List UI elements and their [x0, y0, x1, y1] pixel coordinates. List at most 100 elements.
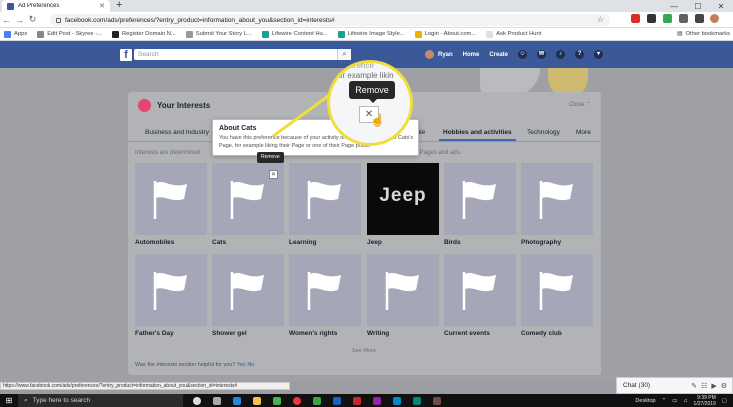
app-icon[interactable] [373, 396, 381, 405]
nav-create[interactable]: Create [489, 52, 508, 58]
account-menu-icon[interactable]: ▾ [594, 50, 604, 59]
close-tab-icon[interactable]: ✕ [99, 2, 105, 10]
interest-card-jeep[interactable]: Jeep Jeep [367, 163, 439, 246]
extension-icon[interactable] [679, 14, 688, 23]
interest-card-automobiles[interactable]: Automobiles [135, 163, 207, 246]
friend-requests-icon[interactable]: ☺ [518, 50, 528, 59]
profile-avatar[interactable] [710, 14, 719, 23]
interest-card-photography[interactable]: Photography [521, 163, 593, 246]
app-icon[interactable] [393, 396, 401, 405]
edge-icon[interactable] [233, 396, 241, 405]
interest-label: Automobiles [135, 239, 175, 246]
minimize-icon[interactable]: — [662, 0, 686, 12]
file-explorer-icon[interactable] [253, 396, 261, 405]
interest-card-fathers-day[interactable]: Father's Day [135, 254, 207, 337]
taskbar-search[interactable]: ⌕ Type here to search [18, 394, 183, 407]
bookmark-item[interactable]: Lifewire Content Hu... [261, 30, 328, 38]
interest-card-womens-rights[interactable]: Women's rights [289, 254, 361, 337]
desktop-label[interactable]: Desktop [635, 398, 655, 404]
remove-interest-button[interactable]: ✕ [269, 170, 278, 179]
interest-card-shower-gel[interactable]: Shower gel [212, 254, 284, 337]
tab-more[interactable]: More [576, 129, 591, 136]
bookmark-item[interactable]: Login - About.com... [414, 30, 476, 38]
network-icon[interactable]: ▭ [672, 398, 677, 404]
user-avatar[interactable] [425, 50, 434, 59]
interest-card-birds[interactable]: Birds [444, 163, 516, 246]
bookmark-item[interactable]: Edit Post - Skyree -... [37, 30, 102, 38]
new-tab-button[interactable]: + [116, 0, 122, 11]
video-icon[interactable]: ▶ [711, 382, 716, 390]
notifications-icon[interactable]: ▢ [722, 398, 727, 404]
helpful-yes-link[interactable]: Yes [237, 362, 246, 368]
new-group-icon[interactable]: ☷ [701, 382, 707, 390]
chrome-icon[interactable] [293, 396, 301, 405]
interest-label: Father's Day [135, 330, 174, 337]
app-icon[interactable] [313, 396, 321, 405]
reload-icon[interactable]: ↻ [26, 14, 39, 25]
extension-icon[interactable] [631, 14, 640, 23]
help-icon[interactable]: ? [575, 50, 585, 59]
interest-card-writing[interactable]: Writing [367, 254, 439, 337]
interests-note: Interests are determined [135, 150, 201, 156]
interest-label: Birds [444, 239, 461, 246]
store-icon[interactable] [273, 396, 281, 405]
facebook-logo[interactable]: f [120, 49, 132, 61]
bookmark-apps[interactable]: Apps [4, 30, 27, 38]
interest-label: Shower gel [212, 330, 247, 337]
interest-thumbnail [444, 163, 516, 235]
interest-card-comedy-club[interactable]: Comedy club [521, 254, 593, 337]
interest-thumbnail: Jeep [367, 163, 439, 235]
close-window-icon[interactable]: ✕ [709, 0, 733, 12]
back-icon[interactable]: ← [0, 15, 13, 25]
interest-card-learning[interactable]: Learning [289, 163, 361, 246]
other-bookmarks[interactable]: ▤ Other bookmarks [677, 31, 730, 37]
magnified-text: or example likin [338, 71, 394, 80]
bookmark-item[interactable]: Submit Your Story L... [185, 30, 252, 38]
clock-time: 9:39 PM [697, 394, 716, 401]
extension-icon[interactable] [647, 14, 656, 23]
tab-business-and-industry[interactable]: Business and Industry [145, 129, 209, 136]
user-name[interactable]: Ryan [438, 52, 453, 58]
magnified-text: reference [340, 61, 374, 70]
app-icon[interactable] [433, 396, 441, 405]
interest-card-current-events[interactable]: Current events [444, 254, 516, 337]
omnibox[interactable]: facebook.com/ads/preferences/?entry_prod… [50, 14, 610, 26]
facebook-search-input[interactable]: Search ⌕ [134, 49, 351, 60]
extension-icon[interactable] [663, 14, 672, 23]
flag-icon [153, 272, 187, 310]
search-icon[interactable]: ⌕ [337, 49, 351, 60]
settings-icon[interactable]: ⚙ [721, 382, 727, 390]
close-label: Close [568, 102, 585, 108]
bookmark-favicon-icon [111, 30, 119, 38]
hand-cursor-icon: ☝ [370, 113, 385, 127]
panel-close-button[interactable]: Close ⌃ [569, 101, 591, 108]
maximize-icon[interactable]: ☐ [686, 0, 710, 12]
extension-icon[interactable] [695, 14, 704, 23]
flag-icon [462, 272, 496, 310]
task-view-icon[interactable] [213, 396, 221, 405]
windows-start-icon[interactable]: ⊞ [0, 396, 18, 405]
chat-bar[interactable]: Chat (30) ✎ ☷ ▶ ⚙ [616, 377, 733, 394]
app-icon[interactable] [353, 396, 361, 405]
cortana-icon[interactable] [193, 396, 201, 405]
taskbar-clock[interactable]: 9:39 PM 1/27/2019 [694, 395, 716, 407]
bookmark-item[interactable]: Lifewire Image Style... [337, 30, 405, 38]
word-icon[interactable] [333, 396, 341, 405]
app-icon[interactable] [413, 396, 421, 405]
tab-hobbies-and-activities[interactable]: Hobbies and activities [439, 129, 516, 141]
compose-icon[interactable]: ✎ [691, 382, 697, 390]
volume-icon[interactable]: ♫ [683, 398, 687, 404]
see-more-link[interactable]: See More [352, 348, 376, 354]
bookmark-item[interactable]: Register Domain N... [111, 30, 176, 38]
tab-technology[interactable]: Technology [527, 129, 560, 136]
bookmark-item[interactable]: Ask Product Hunt [486, 30, 541, 38]
browser-tab[interactable]: Ad Preferences ✕ [2, 0, 110, 12]
interest-label: Comedy club [521, 330, 562, 337]
messenger-icon[interactable]: ✉ [537, 50, 547, 59]
chevron-up-icon[interactable]: ⌃ [662, 398, 667, 404]
notifications-icon[interactable]: ♪ [556, 50, 566, 59]
bookmark-star-icon[interactable]: ☆ [597, 15, 604, 24]
forward-icon[interactable]: → [13, 15, 26, 25]
helpful-no-link[interactable]: No [247, 362, 254, 368]
nav-home[interactable]: Home [463, 52, 480, 58]
